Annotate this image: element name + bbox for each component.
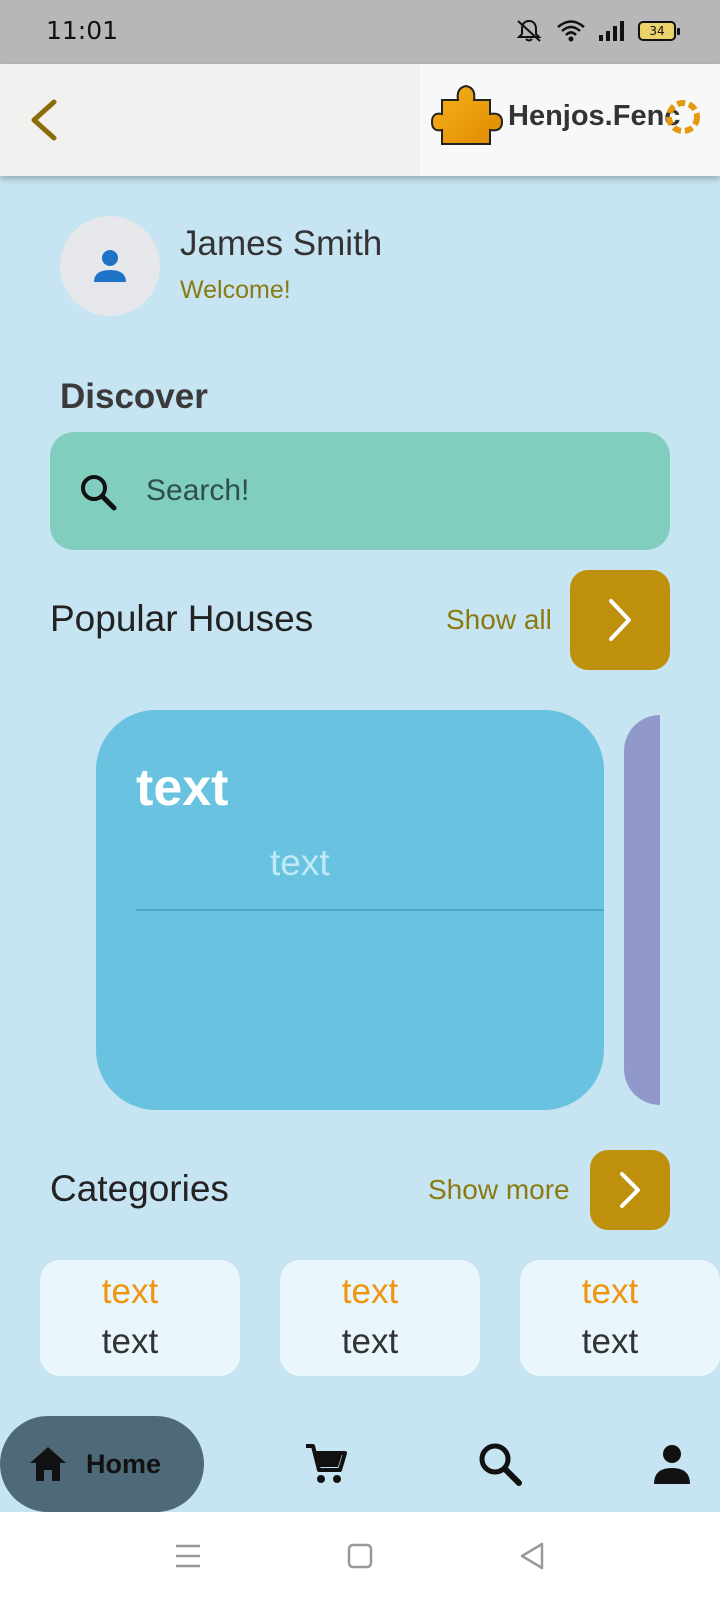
category-card-label: text	[101, 1322, 159, 1361]
category-card-label: text	[341, 1322, 399, 1361]
mute-bell-icon	[516, 19, 542, 42]
category-card-title: text	[581, 1272, 639, 1311]
search-bar[interactable]	[50, 432, 670, 550]
chevron-right-icon	[620, 1172, 640, 1208]
house-card[interactable]: text text	[96, 710, 604, 1110]
status-time: 11:01	[46, 16, 119, 45]
category-card[interactable]: text text	[280, 1260, 480, 1376]
category-card-label: text	[581, 1322, 639, 1361]
back-button[interactable]	[26, 98, 66, 142]
person-icon	[94, 250, 126, 282]
wifi-icon	[557, 20, 585, 42]
cart-icon	[306, 1444, 347, 1483]
nav-home-tab[interactable]: Home	[0, 1416, 204, 1512]
square-icon	[347, 1543, 373, 1569]
show-more-link[interactable]: Show more	[428, 1174, 570, 1206]
category-card-title: text	[341, 1272, 399, 1311]
triangle-back-icon	[520, 1542, 544, 1570]
house-card-title: text	[136, 759, 229, 817]
categories-title: Categories	[50, 1168, 229, 1209]
category-card[interactable]: text text	[520, 1260, 720, 1376]
profile-greeting: Welcome!	[180, 276, 291, 304]
category-card[interactable]: text text	[40, 1260, 240, 1376]
search-input[interactable]	[146, 462, 646, 520]
nav-home-label: Home	[86, 1448, 162, 1479]
system-menu-button[interactable]	[168, 1536, 208, 1576]
logo-ring-icon	[666, 100, 700, 134]
status-bar: 11:01 34	[0, 0, 720, 64]
system-home-button[interactable]	[340, 1536, 380, 1576]
system-back-button[interactable]	[512, 1536, 552, 1576]
logo-text: Henjos.Fenc	[508, 100, 681, 132]
signal-icon	[599, 21, 624, 41]
chevron-right-icon	[609, 599, 631, 641]
status-icons: 34	[514, 18, 680, 44]
category-card-title: text	[101, 1272, 159, 1311]
chevron-left-icon	[31, 99, 57, 141]
house-card-divider	[136, 909, 604, 911]
house-card-subtitle: text	[270, 842, 330, 883]
person-icon	[654, 1445, 690, 1484]
popular-houses-title: Popular Houses	[50, 598, 314, 639]
search-icon	[479, 1443, 522, 1486]
battery-icon: 34	[638, 21, 680, 41]
home-icon	[30, 1447, 66, 1481]
nav-cart-tab[interactable]	[302, 1440, 350, 1488]
house-card-next[interactable]	[624, 715, 660, 1105]
nav-search-tab[interactable]	[476, 1440, 524, 1488]
system-nav-bar	[0, 1512, 720, 1600]
avatar[interactable]	[60, 216, 160, 316]
brand-logo: Henjos.Fenc	[420, 64, 720, 176]
popular-next-button[interactable]	[570, 570, 670, 670]
nav-profile-tab[interactable]	[648, 1440, 696, 1488]
profile-name: James Smith	[180, 224, 383, 263]
puzzle-logo-icon	[430, 84, 504, 145]
search-icon	[81, 475, 117, 511]
categories-next-button[interactable]	[590, 1150, 670, 1230]
show-all-link[interactable]: Show all	[446, 604, 552, 636]
menu-icon	[176, 1544, 200, 1568]
battery-level: 34	[649, 24, 665, 38]
app-bar: Henjos.Fenc	[0, 64, 720, 176]
discover-title: Discover	[60, 377, 208, 416]
